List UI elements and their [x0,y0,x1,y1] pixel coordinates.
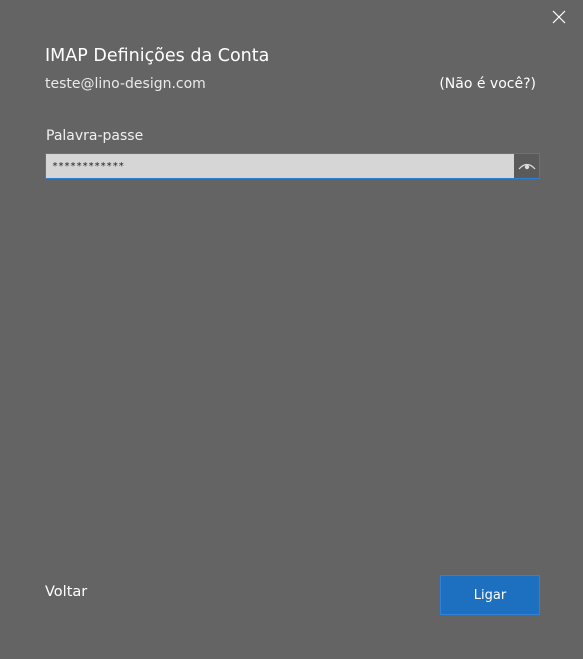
reveal-password-button[interactable] [514,154,539,178]
close-icon [552,10,566,24]
connect-button[interactable]: Ligar [440,575,540,615]
dialog-title: IMAP Definições da Conta [45,46,270,66]
password-input[interactable] [46,154,514,178]
password-field [45,153,540,179]
not-you-link[interactable]: (Não é você?) [439,76,536,92]
close-button[interactable] [548,6,570,28]
back-button[interactable]: Voltar [45,584,87,600]
eye-icon [518,163,535,170]
account-email: teste@lino-design.com [45,76,206,92]
password-label: Palavra-passe [46,128,144,144]
